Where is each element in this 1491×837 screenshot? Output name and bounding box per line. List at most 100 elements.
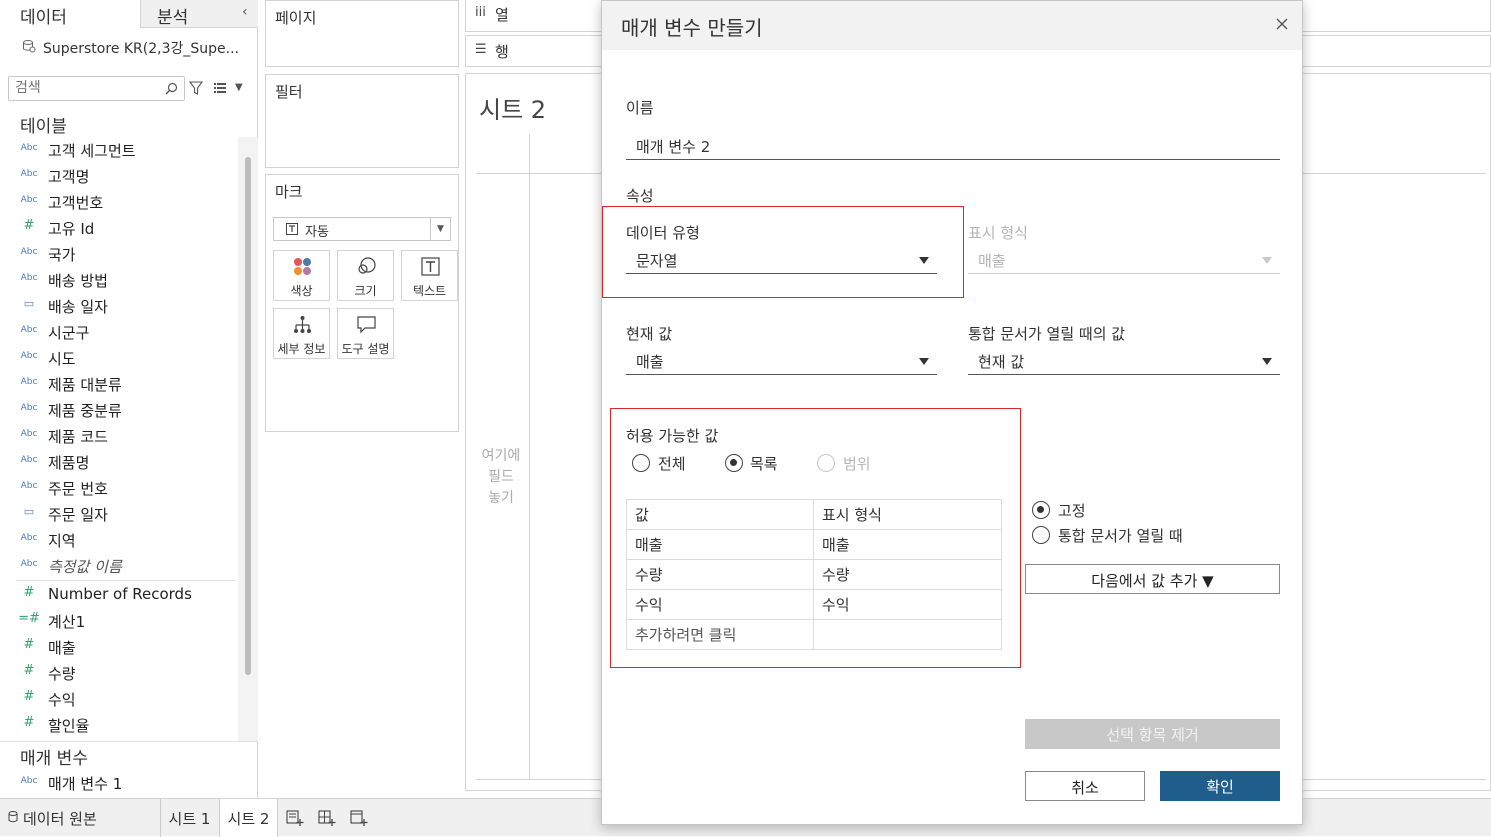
radio-all[interactable]	[632, 454, 650, 472]
dimension-field[interactable]: Abc 고객번호	[0, 189, 238, 215]
search-icon[interactable]	[165, 82, 178, 95]
datasource-item[interactable]: Superstore KR(2,3강_Supe...	[0, 32, 258, 62]
measure-field[interactable]: # Number of Records	[0, 582, 238, 608]
data-type-label: 데이터 유형	[626, 224, 700, 242]
table-cell[interactable]: 매출	[813, 529, 1002, 560]
allowable-values-label: 허용 가능한 값	[626, 427, 719, 445]
chevron-down-icon[interactable]: ▼	[430, 218, 450, 240]
pages-card[interactable]: 페이지	[265, 0, 459, 67]
size-mark-button[interactable]: 크기	[337, 250, 394, 301]
tab-sheet-1[interactable]: 시트 1	[160, 799, 218, 837]
measure-field[interactable]: # 수익	[0, 686, 238, 712]
string-type-icon: Abc	[20, 403, 38, 413]
measure-field[interactable]: # 할인율	[0, 712, 238, 738]
data-type-value: 문자열	[636, 252, 678, 270]
filter-icon[interactable]	[189, 81, 203, 95]
dimension-field[interactable]: Abc 시군구	[0, 319, 238, 345]
dimension-field[interactable]: Abc 시도	[0, 345, 238, 371]
current-value-select[interactable]: 매출	[626, 347, 937, 375]
dimension-field[interactable]: Abc 지역	[0, 527, 238, 553]
tab-sheet-2[interactable]: 시트 2	[219, 799, 278, 837]
table-row[interactable]: 수량 수량	[626, 559, 1002, 590]
columns-icon: iii	[475, 5, 486, 20]
string-type-icon: Abc	[20, 143, 38, 153]
current-value-label: 현재 값	[626, 325, 673, 343]
measure-field[interactable]: # 수량	[0, 660, 238, 686]
search-box[interactable]	[8, 76, 185, 101]
table-cell[interactable]: 수량	[626, 559, 814, 590]
dimension-field[interactable]: Abc 국가	[0, 241, 238, 267]
data-type-select[interactable]: 문자열	[626, 246, 937, 274]
dimension-field[interactable]: Abc 제품 코드	[0, 423, 238, 449]
dimension-field[interactable]: Abc 배송 방법	[0, 267, 238, 293]
dimension-field[interactable]: ▭ 배송 일자	[0, 293, 238, 319]
close-icon[interactable]	[1274, 16, 1290, 32]
table-header-row: 값 표시 형식	[626, 499, 1002, 530]
field-name: Number of Records	[48, 585, 192, 603]
dimension-field[interactable]: Abc 제품명	[0, 449, 238, 475]
number-type-icon: #	[23, 585, 35, 600]
dimension-field[interactable]: Abc 제품 대분류	[0, 371, 238, 397]
radio-fixed[interactable]	[1032, 501, 1050, 519]
dimension-field[interactable]: ▭ 주문 일자	[0, 501, 238, 527]
text-mark-button[interactable]: 텍스트	[401, 250, 458, 301]
dimension-field[interactable]: Abc 측정값 이름	[0, 553, 238, 579]
filters-card[interactable]: 필터	[265, 74, 459, 168]
name-field[interactable]: 매개 변수 2	[626, 132, 1280, 160]
add-values-from-button[interactable]: 다음에서 값 추가 ▼	[1025, 564, 1280, 594]
table-cell[interactable]	[813, 619, 1002, 650]
field-name: 시군구	[48, 324, 90, 342]
workbook-open-label: 통합 문서가 열릴 때의 값	[968, 325, 1126, 343]
add-value-row[interactable]: 추가하려면 클릭	[626, 619, 1002, 650]
table-cell[interactable]: 매출	[626, 529, 814, 560]
table-cell[interactable]: 수량	[813, 559, 1002, 590]
field-name: 제품 코드	[48, 428, 108, 446]
dialog-title: 매개 변수 만들기	[621, 16, 763, 40]
tooltip-mark-button[interactable]: 도구 설명	[337, 308, 394, 359]
drop-hint-line: 놓기	[488, 490, 514, 506]
tab-analysis[interactable]: 분석	[140, 0, 258, 28]
marks-type-dropdown[interactable]: 자동 ▼	[273, 217, 451, 241]
workbook-open-select[interactable]: 현재 값	[968, 347, 1280, 375]
new-story-icon[interactable]	[350, 809, 368, 827]
tab-data[interactable]: 데이터	[0, 0, 140, 28]
dimension-field[interactable]: # 고유 Id	[0, 215, 238, 241]
radio-list[interactable]	[725, 454, 743, 472]
string-type-icon: Abc	[20, 273, 38, 283]
new-dashboard-icon[interactable]	[318, 809, 336, 827]
cancel-button[interactable]: 취소	[1025, 771, 1145, 801]
detail-mark-button[interactable]: 세부 정보	[273, 308, 330, 359]
collapse-pane-icon[interactable]: ‹	[242, 4, 248, 20]
table-row[interactable]: 수익 수익	[626, 589, 1002, 620]
dimension-field[interactable]: Abc 고객 세그먼트	[0, 137, 238, 163]
measure-field[interactable]: =# 계산1	[0, 608, 238, 634]
search-input[interactable]	[15, 80, 165, 96]
dimension-field[interactable]: Abc 고객명	[0, 163, 238, 189]
add-value-cell[interactable]: 추가하려면 클릭	[626, 619, 814, 650]
remove-selected-button: 선택 항목 제거	[1025, 719, 1280, 749]
radio-when-open[interactable]	[1032, 526, 1050, 544]
new-worksheet-icon[interactable]	[286, 809, 304, 827]
color-mark-button[interactable]: 색상	[273, 250, 330, 301]
scrollbar-thumb[interactable]	[245, 157, 251, 675]
dimension-field[interactable]: Abc 주문 번호	[0, 475, 238, 501]
field-name: 매개 변수 1	[48, 775, 123, 793]
table-cell[interactable]: 수익	[813, 589, 1002, 620]
dimension-field[interactable]: Abc 제품 중분류	[0, 397, 238, 423]
ok-button[interactable]: 확인	[1160, 771, 1280, 801]
string-type-icon: Abc	[20, 776, 38, 786]
drop-field-hint[interactable]: 여기에 필드 놓기	[474, 446, 528, 509]
display-format-label: 표시 형식	[968, 224, 1028, 242]
table-row[interactable]: 매출 매출	[626, 529, 1002, 560]
tab-datasource[interactable]: 데이터 원본	[6, 799, 160, 837]
radio-fixed-label: 고정	[1058, 502, 1086, 520]
list-view-icon[interactable]	[214, 83, 226, 93]
chevron-down-icon[interactable]: ▼	[235, 82, 243, 93]
create-parameter-dialog: 매개 변수 만들기 이름 매개 변수 2 속성 데이터 유형 문자열 표시 형식…	[601, 0, 1303, 825]
string-type-icon: Abc	[20, 533, 38, 543]
parameter-field[interactable]: Abc 매개 변수 1	[0, 770, 238, 796]
table-cell[interactable]: 수익	[626, 589, 814, 620]
date-type-icon: ▭	[23, 297, 35, 310]
measure-field[interactable]: # 매출	[0, 634, 238, 660]
sheet-title[interactable]: 시트 2	[479, 90, 546, 125]
